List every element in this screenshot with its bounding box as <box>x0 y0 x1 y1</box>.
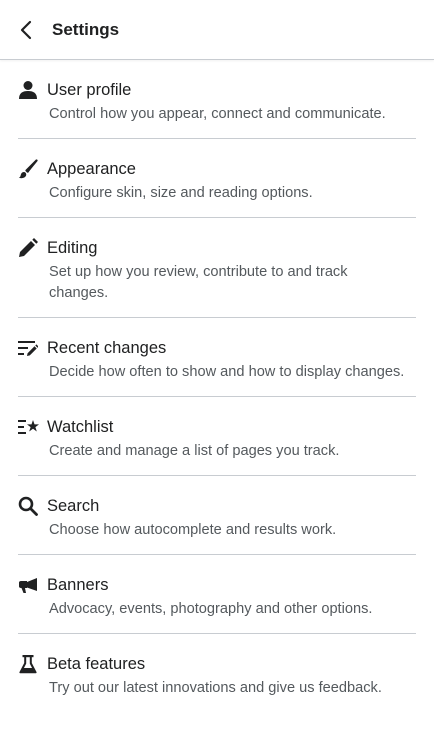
settings-item-title: Beta features <box>47 655 146 673</box>
megaphone-icon <box>18 574 40 596</box>
settings-item-title: Appearance <box>47 160 136 178</box>
recent-changes-icon <box>18 337 40 359</box>
settings-item-description: Control how you appear, connect and comm… <box>49 106 386 122</box>
settings-item-description: Configure skin, size and reading options… <box>49 185 313 201</box>
settings-item-description: Create and manage a list of pages you tr… <box>49 443 340 459</box>
settings-item-title: Recent changes <box>47 339 167 357</box>
settings-item-search[interactable]: Search Choose how autocomplete and resul… <box>18 476 416 555</box>
settings-item-title: Banners <box>47 576 109 594</box>
back-button[interactable] <box>0 0 52 60</box>
settings-item-description: Set up how you review, contribute to and… <box>49 264 348 301</box>
settings-item-title: User profile <box>47 81 132 99</box>
settings-item-editing[interactable]: Editing Set up how you review, contribut… <box>18 218 416 318</box>
settings-item-watchlist[interactable]: Watchlist Create and manage a list of pa… <box>18 397 416 476</box>
settings-item-description: Choose how autocomplete and results work… <box>49 522 337 538</box>
settings-item-banners[interactable]: Banners Advocacy, events, photography an… <box>18 555 416 634</box>
settings-item-title: Search <box>47 497 100 515</box>
chevron-left-icon <box>20 20 32 39</box>
settings-item-title: Watchlist <box>47 418 114 436</box>
brush-icon <box>18 158 40 180</box>
pencil-icon <box>18 237 40 259</box>
settings-item-description: Advocacy, events, photography and other … <box>49 601 373 617</box>
app-header: Settings <box>0 0 434 60</box>
flask-icon <box>18 653 40 675</box>
user-icon <box>18 79 40 101</box>
settings-item-beta-features[interactable]: Beta features Try out our latest innovat… <box>18 634 416 712</box>
page-title: Settings <box>52 19 120 39</box>
settings-item-recent-changes[interactable]: Recent changes Decide how often to show … <box>18 318 416 397</box>
settings-item-appearance[interactable]: Appearance Configure skin, size and read… <box>18 139 416 218</box>
settings-list: User profile Control how you appear, con… <box>18 60 416 712</box>
settings-item-title: Editing <box>47 239 98 257</box>
settings-item-description: Decide how often to show and how to disp… <box>49 364 405 380</box>
watchlist-icon <box>18 416 40 438</box>
search-icon <box>18 495 40 517</box>
settings-item-description: Try out our latest innovations and give … <box>49 680 382 696</box>
settings-item-user-profile[interactable]: User profile Control how you appear, con… <box>18 60 416 139</box>
